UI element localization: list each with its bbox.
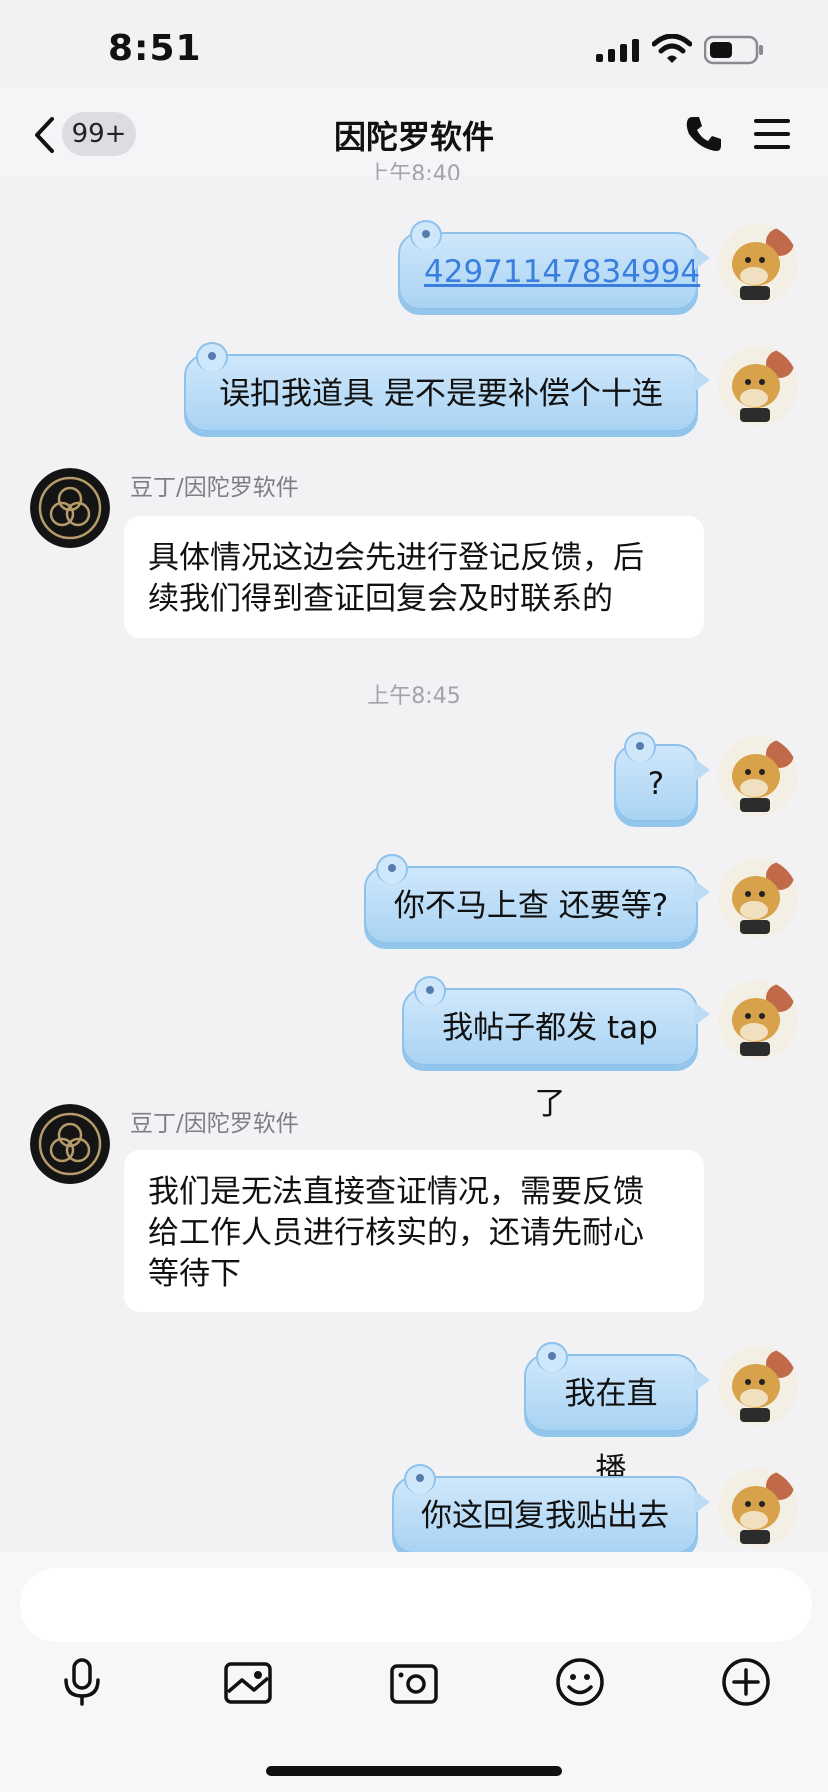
user-avatar[interactable] — [718, 858, 798, 938]
bubble-ear-decoration — [404, 1464, 436, 1494]
message-text: 误扣我道具 是不是要补偿个十连 — [219, 376, 663, 412]
timestamp-text: 上午8:40 — [367, 162, 461, 180]
message-text: 我帖子都发 tap 了 — [442, 1010, 658, 1122]
message-line: 具体情况这边会先进行登记反馈，后 — [148, 540, 644, 576]
battery-icon — [704, 35, 763, 65]
bubble-ear-decoration — [410, 220, 442, 250]
outgoing-message[interactable]: 我帖子都发 tap 了 — [402, 976, 710, 1122]
phone-call-icon[interactable] — [684, 114, 724, 154]
outgoing-message[interactable]: 你这回复我贴出去 — [392, 1464, 710, 1554]
message-text: 你不马上查 还要等? — [393, 888, 669, 924]
message-line: 我们是无法直接查证情况，需要反馈 — [148, 1174, 644, 1210]
user-avatar[interactable] — [718, 736, 798, 816]
outgoing-message[interactable]: 42971147834994 — [398, 220, 710, 310]
outgoing-message[interactable]: ? — [614, 732, 710, 822]
outgoing-message[interactable]: 你不马上查 还要等? — [364, 854, 710, 944]
home-indicator — [266, 1766, 562, 1776]
menu-icon[interactable] — [752, 116, 792, 152]
message-line: 给工作人员进行核实的，还请先耐心 — [148, 1215, 644, 1251]
image-icon[interactable] — [222, 1656, 274, 1708]
user-avatar[interactable] — [718, 980, 798, 1060]
emoji-icon[interactable] — [554, 1656, 606, 1708]
incoming-message[interactable]: 我们是无法直接查证情况，需要反馈 给工作人员进行核实的，还请先耐心 等待下 — [124, 1150, 704, 1312]
bubble-ear-decoration — [536, 1342, 568, 1372]
agent-avatar[interactable] — [30, 468, 110, 548]
message-text: 你这回复我贴出去 — [421, 1498, 669, 1534]
timestamp: 上午8:40 — [0, 162, 828, 180]
message-link[interactable]: 42971147834994 — [424, 254, 700, 290]
status-time: 8:51 — [108, 28, 202, 69]
user-avatar[interactable] — [718, 1346, 798, 1426]
user-avatar[interactable] — [718, 346, 798, 426]
sender-name: 豆丁/因陀罗软件 — [130, 475, 299, 501]
bubble-ear-decoration — [376, 854, 408, 884]
sender-name: 豆丁/因陀罗软件 — [130, 1111, 299, 1137]
message-line: 续我们得到查证回复会及时联系的 — [148, 581, 613, 617]
outgoing-message[interactable]: 误扣我道具 是不是要补偿个十连 — [184, 342, 710, 432]
bubble-ear-decoration — [414, 976, 446, 1006]
user-avatar[interactable] — [718, 1468, 798, 1548]
cellular-signal-icon — [596, 39, 639, 62]
agent-avatar[interactable] — [30, 1104, 110, 1184]
user-avatar[interactable] — [718, 224, 798, 304]
plus-icon[interactable] — [720, 1656, 772, 1708]
wifi-icon — [652, 34, 692, 63]
message-line: 等待下 — [148, 1256, 241, 1292]
message-input[interactable] — [20, 1568, 812, 1642]
bubble-ear-decoration — [624, 732, 656, 762]
outgoing-message[interactable]: 我在直播 — [524, 1342, 710, 1488]
message-text: 我在直播 — [564, 1376, 658, 1488]
message-text: ? — [647, 766, 665, 802]
incoming-message[interactable]: 具体情况这边会先进行登记反馈，后 续我们得到查证回复会及时联系的 — [124, 516, 704, 638]
bubble-ear-decoration — [196, 342, 228, 372]
camera-icon[interactable] — [388, 1656, 440, 1708]
timestamp: 上午8:45 — [367, 684, 461, 709]
microphone-icon[interactable] — [56, 1656, 108, 1708]
